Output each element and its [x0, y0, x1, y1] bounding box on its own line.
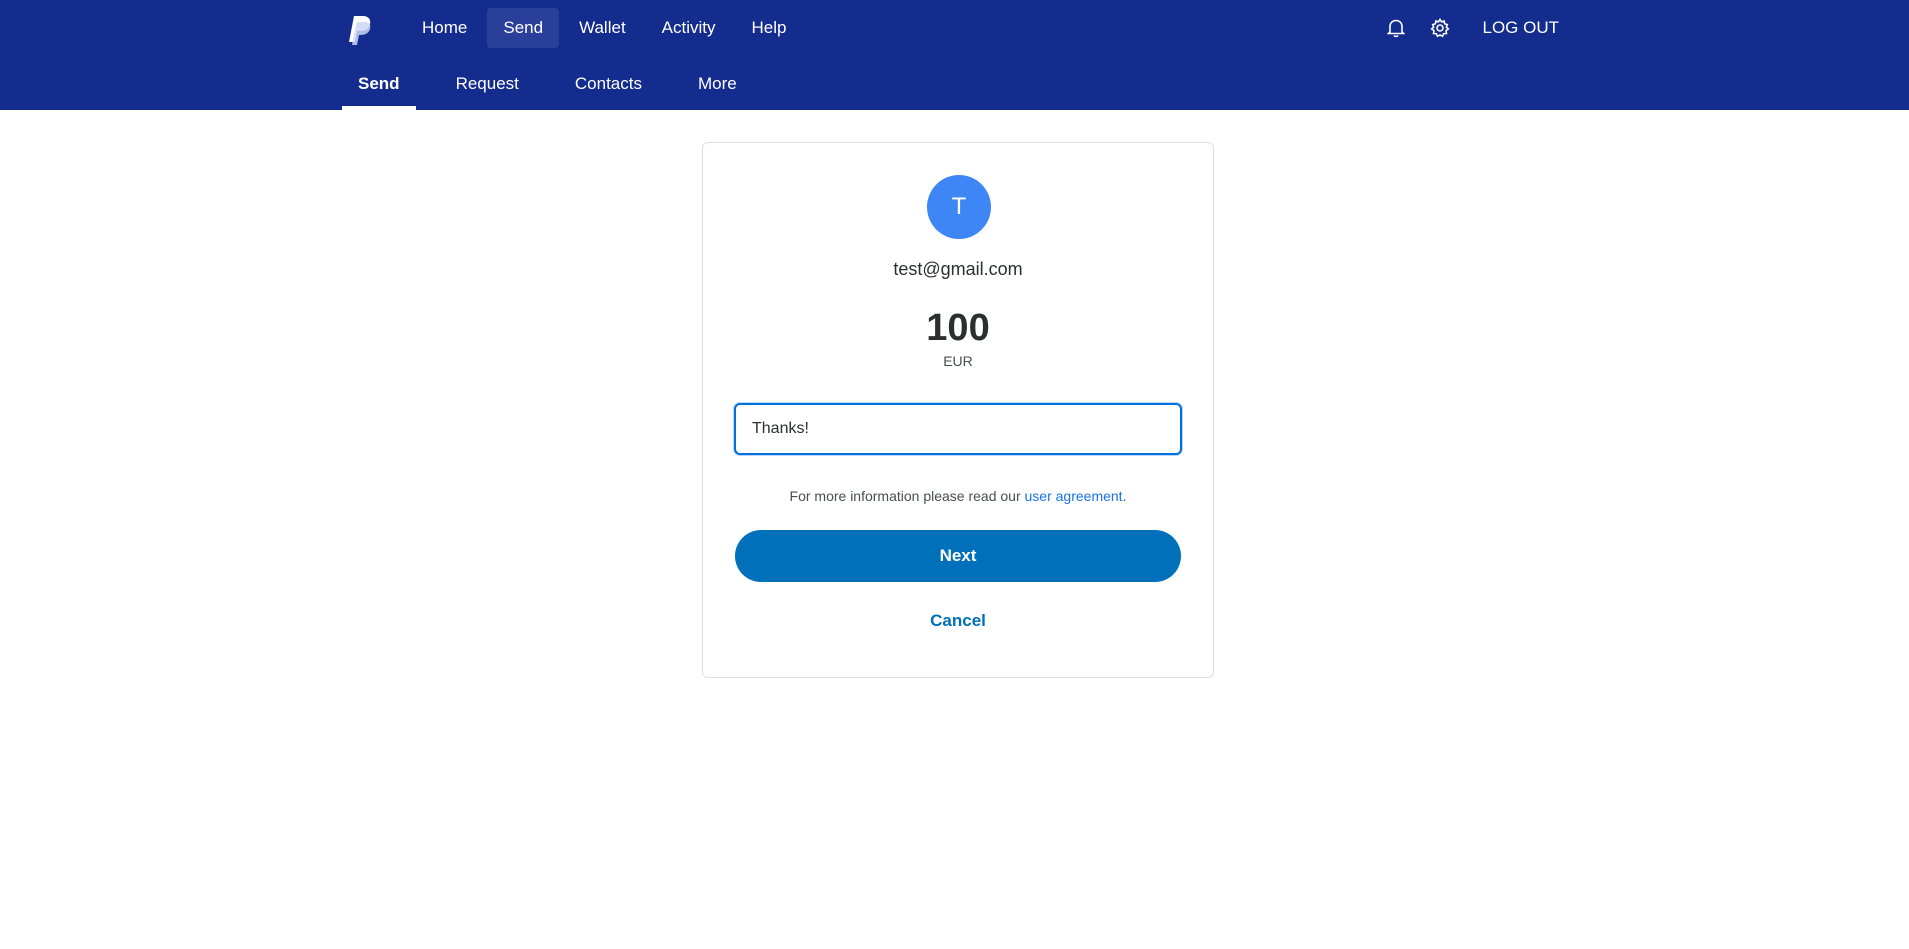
nav-send[interactable]: Send — [487, 8, 560, 48]
nav-wallet[interactable]: Wallet — [563, 8, 642, 48]
subnav-more[interactable]: More — [682, 64, 753, 110]
nav-home[interactable]: Home — [406, 8, 483, 48]
nav-help[interactable]: Help — [736, 8, 803, 48]
note-input[interactable] — [734, 403, 1182, 455]
main-nav: Home Send Wallet Activity Help — [406, 8, 802, 48]
nav-activity[interactable]: Activity — [646, 8, 732, 48]
subnav-send[interactable]: Send — [342, 64, 416, 110]
send-money-card: T test@gmail.com 100 EUR For more inform… — [702, 142, 1214, 678]
agreement-suffix: . — [1122, 488, 1127, 504]
cancel-link[interactable]: Cancel — [703, 611, 1213, 631]
top-header: Home Send Wallet Activity Help LOG OUT S… — [0, 0, 1909, 110]
agreement-note: For more information please read our use… — [703, 488, 1213, 504]
subnav-contacts[interactable]: Contacts — [559, 64, 658, 110]
logout-button[interactable]: LOG OUT — [1482, 18, 1559, 38]
paypal-logo-icon[interactable] — [346, 14, 372, 46]
send-amount: 100 — [926, 307, 990, 349]
sub-nav: Send Request Contacts More — [342, 64, 777, 110]
recipient-email: test@gmail.com — [893, 259, 1023, 279]
gear-icon[interactable] — [1420, 8, 1460, 48]
next-button[interactable]: Next — [735, 530, 1181, 582]
bell-icon[interactable] — [1376, 8, 1416, 48]
subnav-request[interactable]: Request — [440, 64, 535, 110]
agreement-text: For more information please read our — [789, 488, 1025, 504]
currency-code: EUR — [943, 353, 973, 369]
user-agreement-link[interactable]: user agreement — [1025, 488, 1123, 504]
recipient-avatar: T — [927, 175, 991, 239]
header-tools: LOG OUT — [1372, 8, 1559, 48]
